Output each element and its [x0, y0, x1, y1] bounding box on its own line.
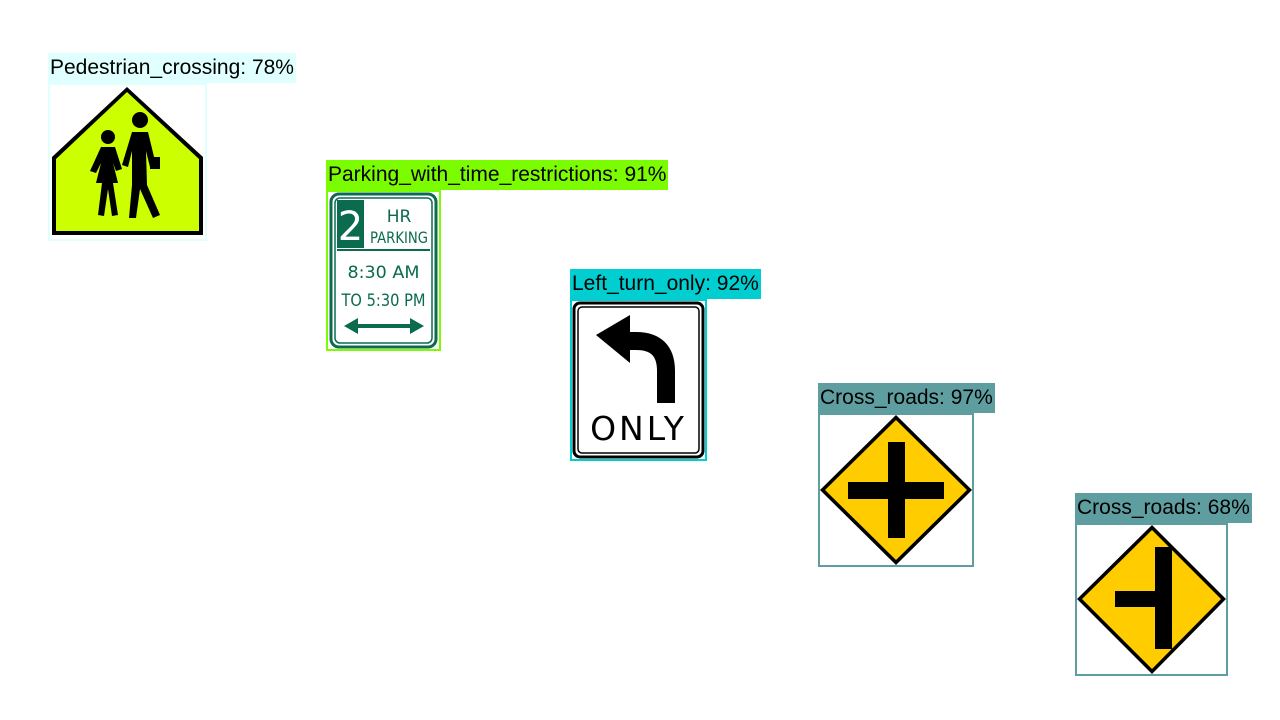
side-road-sign — [1077, 525, 1226, 674]
parking-time-sign: 2 HR PARKING 8:30 AM TO 5:30 PM — [329, 192, 438, 349]
school-crossing-sign — [52, 87, 203, 235]
detection-box — [1075, 523, 1228, 676]
detection-label: Pedestrian_crossing: 78% — [48, 53, 296, 83]
sign-line-3: 8:30 AM — [348, 263, 420, 283]
detection-label: Cross_roads: 68% — [1075, 493, 1252, 523]
detection-box — [818, 413, 974, 567]
detection-box — [48, 83, 207, 241]
detection-box: ONLY — [570, 299, 707, 461]
sign-number: 2 — [338, 204, 363, 250]
sign-word: ONLY — [590, 409, 687, 448]
sign-line-2: PARKING — [370, 228, 428, 247]
crossroads-sign — [820, 415, 972, 565]
left-turn-only-sign: ONLY — [572, 301, 705, 459]
detection-label: Parking_with_time_restrictions: 91% — [326, 160, 669, 190]
detection-label: Left_turn_only: 92% — [570, 269, 761, 299]
sign-line-4: TO 5:30 PM — [341, 291, 426, 311]
detection-label: Cross_roads: 97% — [818, 383, 995, 413]
sign-line-1: HR — [387, 207, 412, 227]
detection-box: 2 HR PARKING 8:30 AM TO 5:30 PM — [326, 190, 441, 351]
